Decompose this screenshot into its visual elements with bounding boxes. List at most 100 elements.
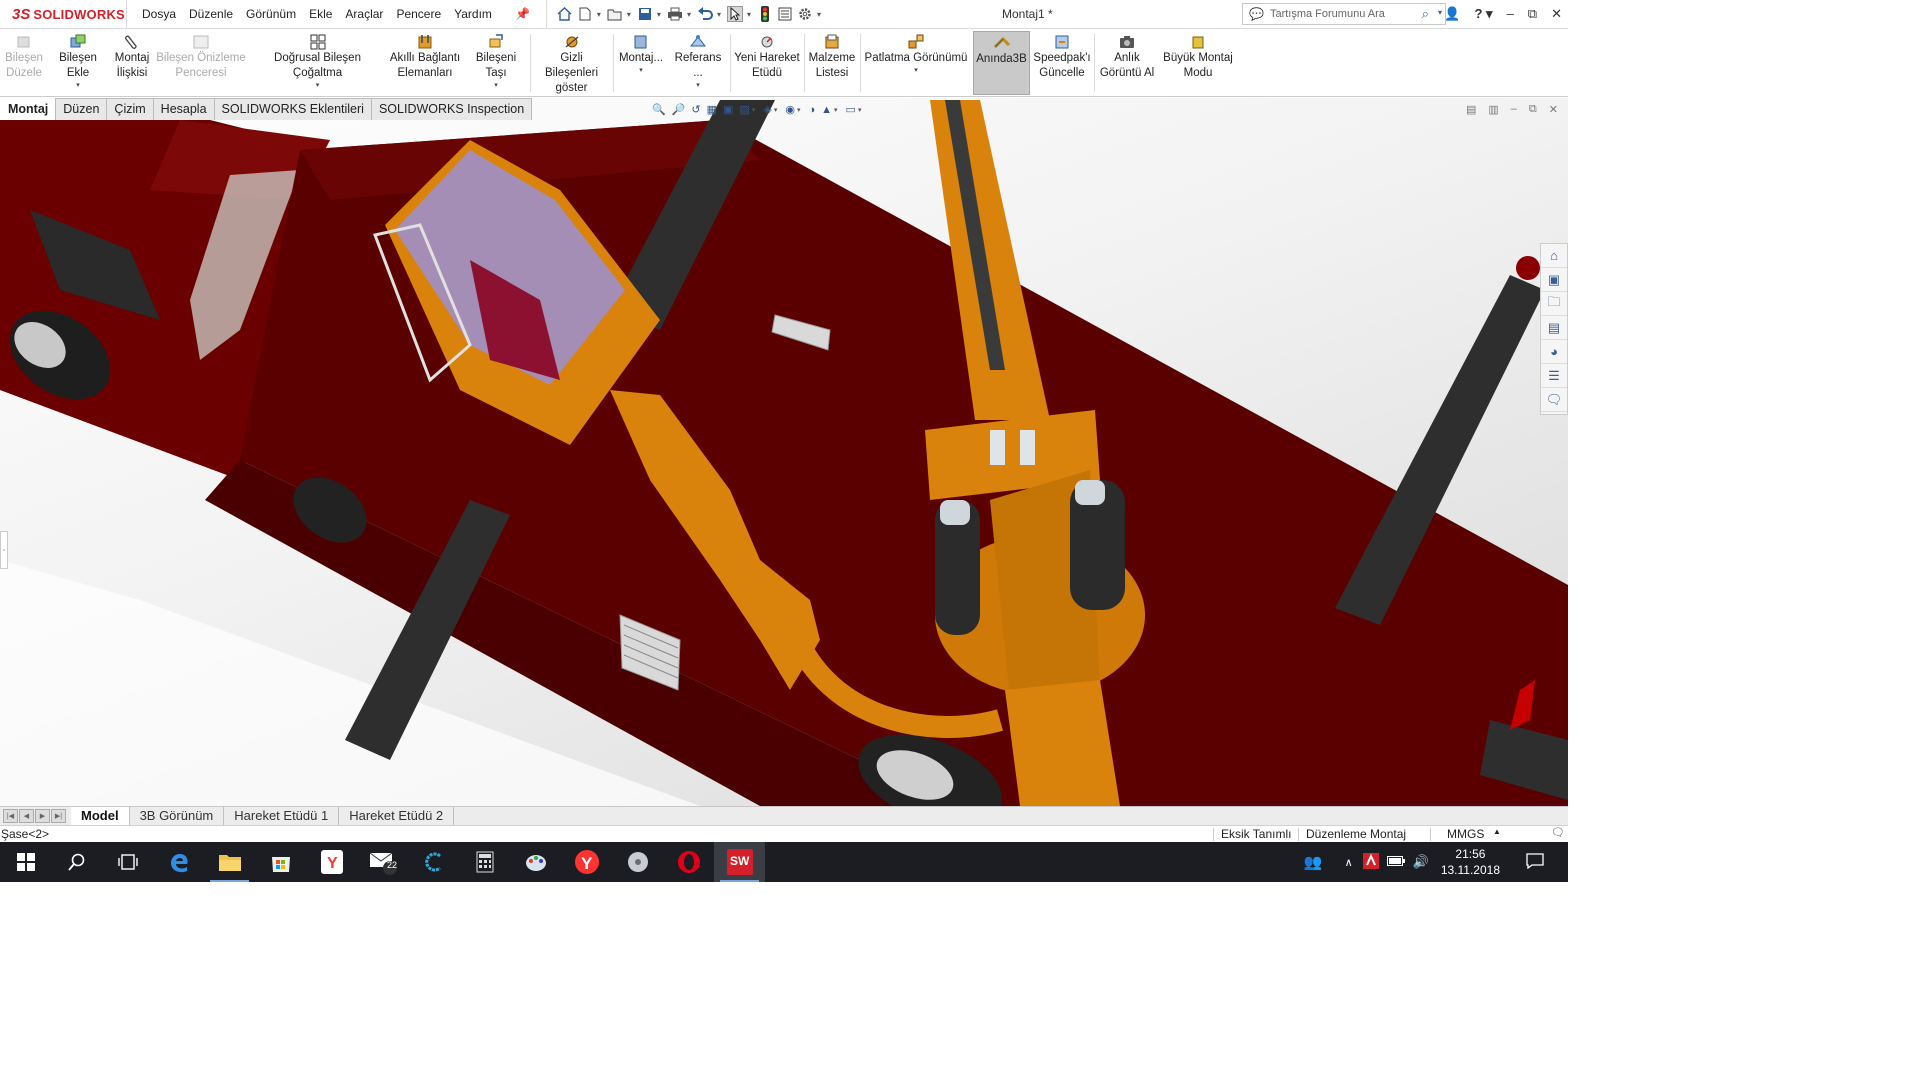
design-library-icon[interactable]: ▣ [1541,268,1567,292]
bilesen-onizleme-button[interactable]: Bileşen Önizleme Penceresi [156,34,246,81]
view-orientation-dropdown[interactable]: ▾ [752,106,756,114]
bilesen-ekle-button[interactable]: Bileşen Ekle ▾ [48,34,108,90]
hide-show-dropdown[interactable]: ▾ [797,106,801,114]
user-account-icon[interactable]: 👤 [1444,6,1460,22]
menu-gorunum[interactable]: Görünüm [246,7,296,21]
restore-button[interactable]: ⧉ [1528,6,1537,22]
show-hidden-icons-chevron-icon[interactable]: ∧ [1345,856,1353,869]
calculator-icon[interactable] [459,842,510,882]
montaj-iliskisi-button[interactable]: Montaj İlişkisi [112,34,152,81]
save-icon[interactable] [637,6,653,22]
akilli-baglanti-button[interactable]: Akıllı Bağlantı Elemanları [389,34,461,81]
options-dropdown-arrow[interactable]: ▾ [817,10,821,19]
patlatma-dropdown[interactable]: ▾ [863,67,969,75]
graphics-area[interactable]: ◦ ⌂ ▣ 🗀 ▤ ◕ ☰ 🗨 Z Y X [0,98,1568,806]
paint-icon[interactable] [510,842,561,882]
edge-browser-icon[interactable] [153,842,204,882]
display-style-dropdown[interactable]: ▾ [774,106,778,114]
appearances-scenes-icon[interactable]: ◕ [1541,340,1567,364]
previous-view-icon[interactable]: ↺ [691,103,700,116]
search-icon[interactable]: ⌕ [1422,6,1429,22]
open-dropdown-arrow[interactable]: ▾ [627,10,631,19]
custom-properties-icon[interactable]: ☰ [1541,364,1567,388]
rebuild-traffic-light-icon[interactable] [757,6,773,22]
referans-dropdown[interactable]: ▾ [669,82,727,90]
forum-icon[interactable]: 🗨 [1541,388,1567,412]
apply-scene-dropdown[interactable]: ▾ [834,106,838,114]
start-windows-icon[interactable] [0,842,51,882]
montaj-features-dropdown[interactable]: ▾ [617,67,665,75]
taskbar-search-icon[interactable] [51,842,102,882]
tab-hareket-etudu-1[interactable]: Hareket Etüdü 1 [224,806,340,826]
save-dropdown-arrow[interactable]: ▾ [657,10,661,19]
mail-icon[interactable]: 22 [357,842,408,882]
action-center-notification-icon[interactable] [1526,852,1544,872]
menu-dosya[interactable]: Dosya [142,7,176,21]
solidworks-resources-home-icon[interactable]: ⌂ [1541,244,1567,268]
speedpak-button[interactable]: Speedpak'ı Güncelle [1033,34,1091,81]
undo-dropdown-arrow[interactable]: ▾ [717,10,721,19]
file-explorer-taskbar-icon[interactable] [204,842,255,882]
bileseni-tasi-dropdown[interactable]: ▾ [465,82,527,90]
edit-appearance-icon[interactable]: ◑ [808,104,815,116]
menu-araclar[interactable]: Araçlar [345,7,383,21]
view-settings-dropdown[interactable]: ▾ [858,106,862,114]
malzeme-listesi-button[interactable]: Malzeme Listesi [807,34,857,81]
dogrusal-bilesen-button[interactable]: Doğrusal Bileşen Çoğaltma ▾ [249,34,386,90]
crane-truck-model[interactable] [0,98,1568,806]
prev-tab-arrow[interactable]: ◀ [19,809,34,823]
status-feedback-icon[interactable]: 🗨 [1551,826,1565,839]
display-style-icon[interactable]: ◈ [763,103,771,116]
viewport-restore-button[interactable]: ⧉ [1529,103,1537,116]
print-icon[interactable] [667,6,683,22]
tab-solidworks-inspection[interactable]: SOLIDWORKS Inspection [370,98,533,120]
bilesen-duzele-button[interactable]: Bileşen Düzele [5,34,43,81]
options-gear-icon[interactable] [797,6,813,22]
forum-search-input[interactable]: 💬 Tartışma Forumunu Ara ⌕ ▾ [1242,3,1446,25]
buyuk-montaj-button[interactable]: Büyük Montaj Modu [1160,34,1236,81]
last-tab-arrow[interactable]: ▶| [51,809,66,823]
solidworks-taskbar-icon[interactable]: SW [714,842,765,882]
unit-system-dropdown-arrow[interactable]: ▲ [1493,827,1501,836]
menu-yardim[interactable]: Yardım [454,7,492,21]
new-dropdown-arrow[interactable]: ▾ [597,10,601,19]
next-tab-arrow[interactable]: ▶ [35,809,50,823]
task-view-icon[interactable] [102,842,153,882]
tab-duzen[interactable]: Düzen [55,98,108,120]
dogrusal-dropdown[interactable]: ▾ [249,82,386,90]
file-properties-icon[interactable] [777,6,793,22]
anlik-goruntu-button[interactable]: Anlık Görüntü Al [1097,34,1157,81]
select-dropdown-arrow[interactable]: ▾ [747,10,751,19]
yandex-app-icon[interactable]: Y [306,842,357,882]
menu-pencere[interactable]: Pencere [396,7,441,21]
select-pointer-icon[interactable] [726,6,743,22]
feature-manager-collapse-tab[interactable]: ◦ [0,531,8,569]
taskbar-clock[interactable]: 21:56 13.11.2018 [1441,846,1500,878]
first-tab-arrow[interactable]: |◀ [3,809,18,823]
minimize-button[interactable]: – [1507,6,1514,22]
menu-ekle[interactable]: Ekle [309,7,332,21]
viewport-tile-icon[interactable]: ▥ [1488,103,1498,116]
bilesen-ekle-dropdown[interactable]: ▾ [48,82,108,90]
dynamic-annotation-icon[interactable]: ▣ [723,103,733,116]
viewport-minimize-button[interactable]: – [1511,103,1517,116]
menu-duzenle[interactable]: Düzenle [189,7,233,21]
aninda3b-toggle[interactable]: Anında3B [973,31,1030,95]
viewport-close-button[interactable]: ✕ [1549,103,1558,116]
yandex-browser-icon[interactable]: Y [561,842,612,882]
tab-model[interactable]: Model [71,806,130,826]
viewport-split-icon[interactable]: ▤ [1466,103,1476,116]
disk-app-icon[interactable] [612,842,663,882]
tab-hesapla[interactable]: Hesapla [152,98,215,120]
people-icon[interactable]: 👥 [1304,853,1323,871]
opera-browser-icon[interactable] [663,842,714,882]
gizli-bilesenler-button[interactable]: Gizli Bileşenleri göster [533,34,610,96]
referans-button[interactable]: Referans ... ▾ [669,34,727,90]
hide-show-items-icon[interactable]: ◉ [785,103,795,116]
microsoft-store-icon[interactable] [255,842,306,882]
view-orientation-icon[interactable]: ▧ [739,103,749,116]
undo-icon[interactable] [697,6,713,22]
pin-menu-icon[interactable]: 📌 [515,7,530,21]
battery-icon[interactable] [1386,855,1405,869]
tab-solidworks-eklentileri[interactable]: SOLIDWORKS Eklentileri [213,98,372,120]
